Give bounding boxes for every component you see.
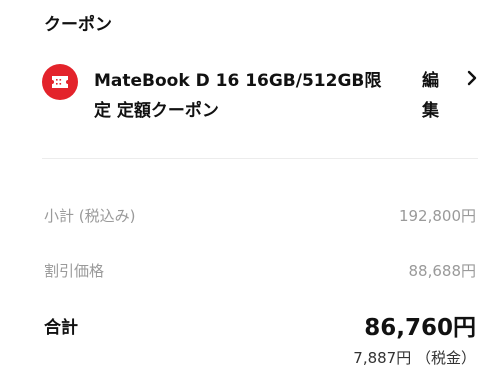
total-label: 合計 — [44, 318, 78, 338]
coupon-name: MateBook D 16 16GB/512GB限定 定額クーポン — [94, 71, 382, 121]
divider — [42, 158, 478, 159]
tax-note: 7,887円 （税金） — [353, 349, 476, 367]
discount-value: 88,688円 — [408, 262, 477, 280]
chevron-right-icon[interactable] — [467, 70, 477, 90]
coupon-section-title: クーポン — [44, 15, 112, 35]
coupon-row[interactable]: MateBook D 16 16GB/512GB限定 定額クーポン 編集 — [42, 62, 480, 126]
subtotal-value: 192,800円 — [398, 207, 476, 225]
subtotal-label: 小計 (税込み) — [44, 207, 136, 225]
discount-label: 割引価格 — [44, 262, 105, 280]
coupon-ticket-icon — [42, 64, 78, 100]
edit-coupon-link[interactable]: 編集 — [422, 66, 440, 126]
total-value: 86,760円 — [364, 315, 476, 341]
